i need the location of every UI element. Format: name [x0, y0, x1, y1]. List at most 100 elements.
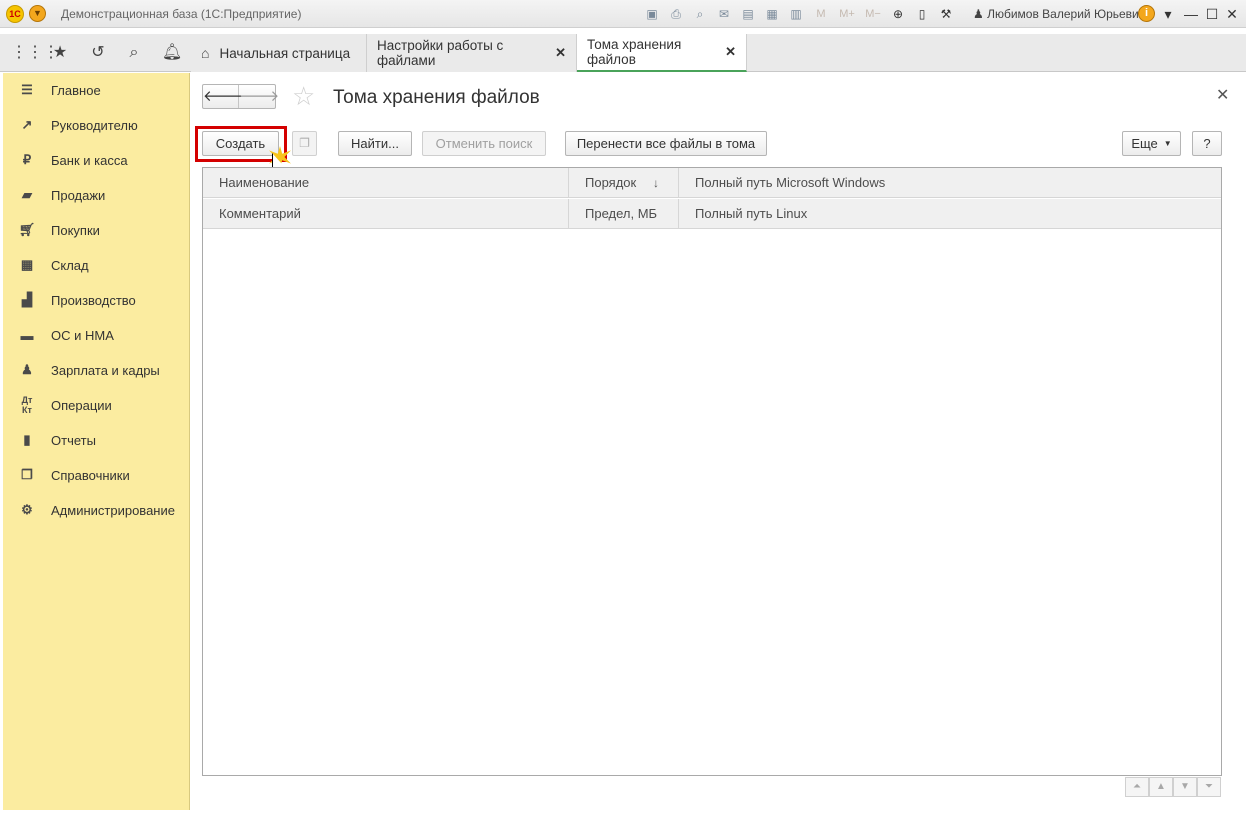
tab-bar: ⋮⋮⋮ ★ ↺ ⌕ 🔔︎ ⌂ Начальная страница Настро…: [0, 34, 1246, 72]
panel-layout-icon[interactable]: ▯: [912, 4, 932, 24]
volumes-table[interactable]: Наименование Порядок ↓ Полный путь Micros…: [202, 167, 1222, 776]
forward-arrow-icon[interactable]: 🡒: [239, 85, 279, 108]
main-menu-icon[interactable]: ▼: [29, 5, 46, 22]
calendar-icon[interactable]: ▥: [786, 4, 806, 24]
sidebar-item-admin[interactable]: ⚙ Администрирование: [3, 498, 190, 522]
books-icon: ❐: [21, 467, 33, 482]
print-doc-icon[interactable]: ▤: [738, 4, 758, 24]
scroll-bottom-icon[interactable]: ⏷: [1197, 777, 1221, 797]
close-form-icon[interactable]: ✕: [1216, 85, 1229, 105]
page-title: Тома хранения файлов: [333, 87, 540, 108]
factory-icon: ▟: [22, 292, 32, 307]
info-icon[interactable]: i: [1138, 5, 1155, 22]
person-icon: ♟: [21, 362, 33, 377]
sidebar-item-label: Покупки: [51, 222, 100, 238]
sections-panel: ☰ Главное ↗ Руководителю ₽ Банк и касса ▰ Пр…: [3, 73, 190, 810]
sidebar-item-operations[interactable]: Дт Кт Операции: [3, 393, 190, 417]
memory-store-icon[interactable]: M: [810, 4, 832, 24]
favorite-star-icon[interactable]: ☆: [292, 83, 315, 109]
sidebar-item-sales[interactable]: ▰ Продажи: [3, 183, 190, 207]
sidebar-item-payroll[interactable]: ♟ Зарплата и кадры: [3, 358, 190, 382]
favorites-icon[interactable]: ★: [48, 42, 72, 64]
find-button[interactable]: Найти...: [338, 131, 412, 156]
sidebar-item-main[interactable]: ☰ Главное: [3, 78, 190, 102]
bar-chart-icon: ▮: [23, 432, 31, 447]
all-functions-icon[interactable]: ⋮⋮⋮: [11, 42, 59, 64]
bag-icon: ▰: [22, 187, 32, 202]
tab-file-volumes[interactable]: Тома хранения файлов ✕: [577, 34, 747, 72]
scroll-up-icon[interactable]: ▲: [1149, 777, 1173, 797]
save-icon[interactable]: ▣: [642, 4, 662, 24]
calculator-icon[interactable]: ▦: [762, 4, 782, 24]
tools-icon[interactable]: ⚒: [936, 4, 956, 24]
current-user[interactable]: ♟ Любимов Валерий Юрьевич: [973, 7, 1145, 21]
close-window-icon[interactable]: ✕: [1222, 4, 1242, 24]
column-header-linux-path[interactable]: Полный путь Linux: [679, 199, 1221, 229]
sidebar-item-label: Зарплата и кадры: [51, 362, 160, 378]
memory-subtract-icon[interactable]: M−: [862, 4, 884, 24]
sidebar-item-bank[interactable]: ₽ Банк и касса: [3, 148, 190, 172]
dropdown-icon[interactable]: ▾: [1158, 4, 1178, 24]
gear-icon: ⚙: [21, 502, 33, 517]
maximize-icon[interactable]: ☐: [1202, 4, 1222, 24]
tab-file-settings[interactable]: Настройки работы с файлами ✕: [367, 34, 577, 72]
sidebar-item-manager[interactable]: ↗ Руководителю: [3, 113, 190, 137]
print-icon[interactable]: ⎙: [666, 4, 686, 24]
zoom-icon[interactable]: ⊕: [888, 4, 908, 24]
move-files-button[interactable]: Перенести все файлы в тома: [565, 131, 767, 156]
sidebar-item-reports[interactable]: ▮ Отчеты: [3, 428, 190, 452]
sidebar-item-label: Администрирование: [51, 502, 175, 518]
column-header-windows-path[interactable]: Полный путь Microsoft Windows: [679, 168, 1221, 198]
table-header-row: Наименование Порядок ↓ Полный путь Micros…: [203, 168, 1221, 198]
table-header-row: Комментарий Предел, МБ Полный путь Linux: [203, 199, 1221, 229]
dt-kt-icon: Дт Кт: [21, 395, 33, 415]
tab-label: Тома хранения файлов: [587, 37, 682, 67]
tab-label: Начальная страница: [219, 45, 351, 61]
navigation-buttons: 🡐 🡒: [202, 84, 279, 109]
trend-icon: ↗: [21, 117, 33, 132]
sidebar-item-assets[interactable]: ▬ ОС и НМА: [3, 323, 190, 347]
sidebar-item-label: Главное: [51, 82, 101, 98]
memory-add-icon[interactable]: M+: [836, 4, 858, 24]
sort-arrow-icon: ↓: [653, 176, 659, 190]
app-logo-icon[interactable]: 1С: [6, 5, 24, 23]
more-button[interactable]: Еще ▼: [1122, 131, 1181, 156]
form-area: 🡐 🡒 ☆ Тома хранения файлов ✕ Создать ❐ Н…: [190, 73, 1243, 810]
ruble-icon: ₽: [22, 152, 32, 167]
mail-icon[interactable]: ✉: [714, 4, 734, 24]
preview-icon[interactable]: ⌕: [690, 4, 710, 24]
search-icon[interactable]: ⌕: [122, 42, 146, 64]
column-header-order[interactable]: Порядок ↓: [569, 168, 679, 198]
title-bar: 1С ▼ Демонстрационная база (1С:Предприят…: [0, 0, 1246, 28]
back-arrow-icon[interactable]: 🡐: [203, 85, 243, 108]
notifications-icon[interactable]: 🔔︎: [160, 42, 184, 64]
close-tab-icon[interactable]: ✕: [725, 44, 736, 60]
chevron-down-icon: ▼: [1163, 139, 1172, 148]
column-header-name[interactable]: Наименование: [203, 168, 569, 198]
copy-icon[interactable]: ❐: [292, 131, 317, 156]
sidebar-item-warehouse[interactable]: ▦ Склад: [3, 253, 190, 277]
sidebar-item-label: Операции: [51, 397, 112, 413]
more-label: Еще: [1131, 136, 1158, 151]
history-icon[interactable]: ↺: [86, 42, 110, 64]
column-header-limit[interactable]: Предел, МБ: [569, 199, 679, 229]
sidebar-item-catalogs[interactable]: ❐ Справочники: [3, 463, 190, 487]
cancel-search-button[interactable]: Отменить поиск: [422, 131, 546, 156]
sidebar-item-purchases[interactable]: 🛒︎ Покупки: [3, 218, 190, 242]
column-header-label: Порядок: [585, 175, 637, 190]
create-button[interactable]: Создать: [202, 131, 279, 156]
scroll-down-icon[interactable]: ▼: [1173, 777, 1197, 797]
column-header-comment[interactable]: Комментарий: [203, 199, 569, 229]
user-icon: ♟: [973, 7, 988, 21]
sidebar-item-label: Склад: [51, 257, 89, 273]
close-tab-icon[interactable]: ✕: [555, 45, 566, 61]
minimize-icon[interactable]: —: [1181, 4, 1201, 24]
sidebar-item-production[interactable]: ▟ Производство: [3, 288, 190, 312]
user-name-label: Любимов Валерий Юрьевич: [987, 7, 1145, 21]
help-button[interactable]: ?: [1192, 131, 1222, 156]
scroll-top-icon[interactable]: ⏶: [1125, 777, 1149, 797]
tab-home[interactable]: ⌂ Начальная страница: [191, 34, 367, 72]
sidebar-item-label: Отчеты: [51, 432, 96, 448]
sidebar-item-label: Справочники: [51, 467, 130, 483]
truck-icon: ▬: [20, 327, 34, 343]
